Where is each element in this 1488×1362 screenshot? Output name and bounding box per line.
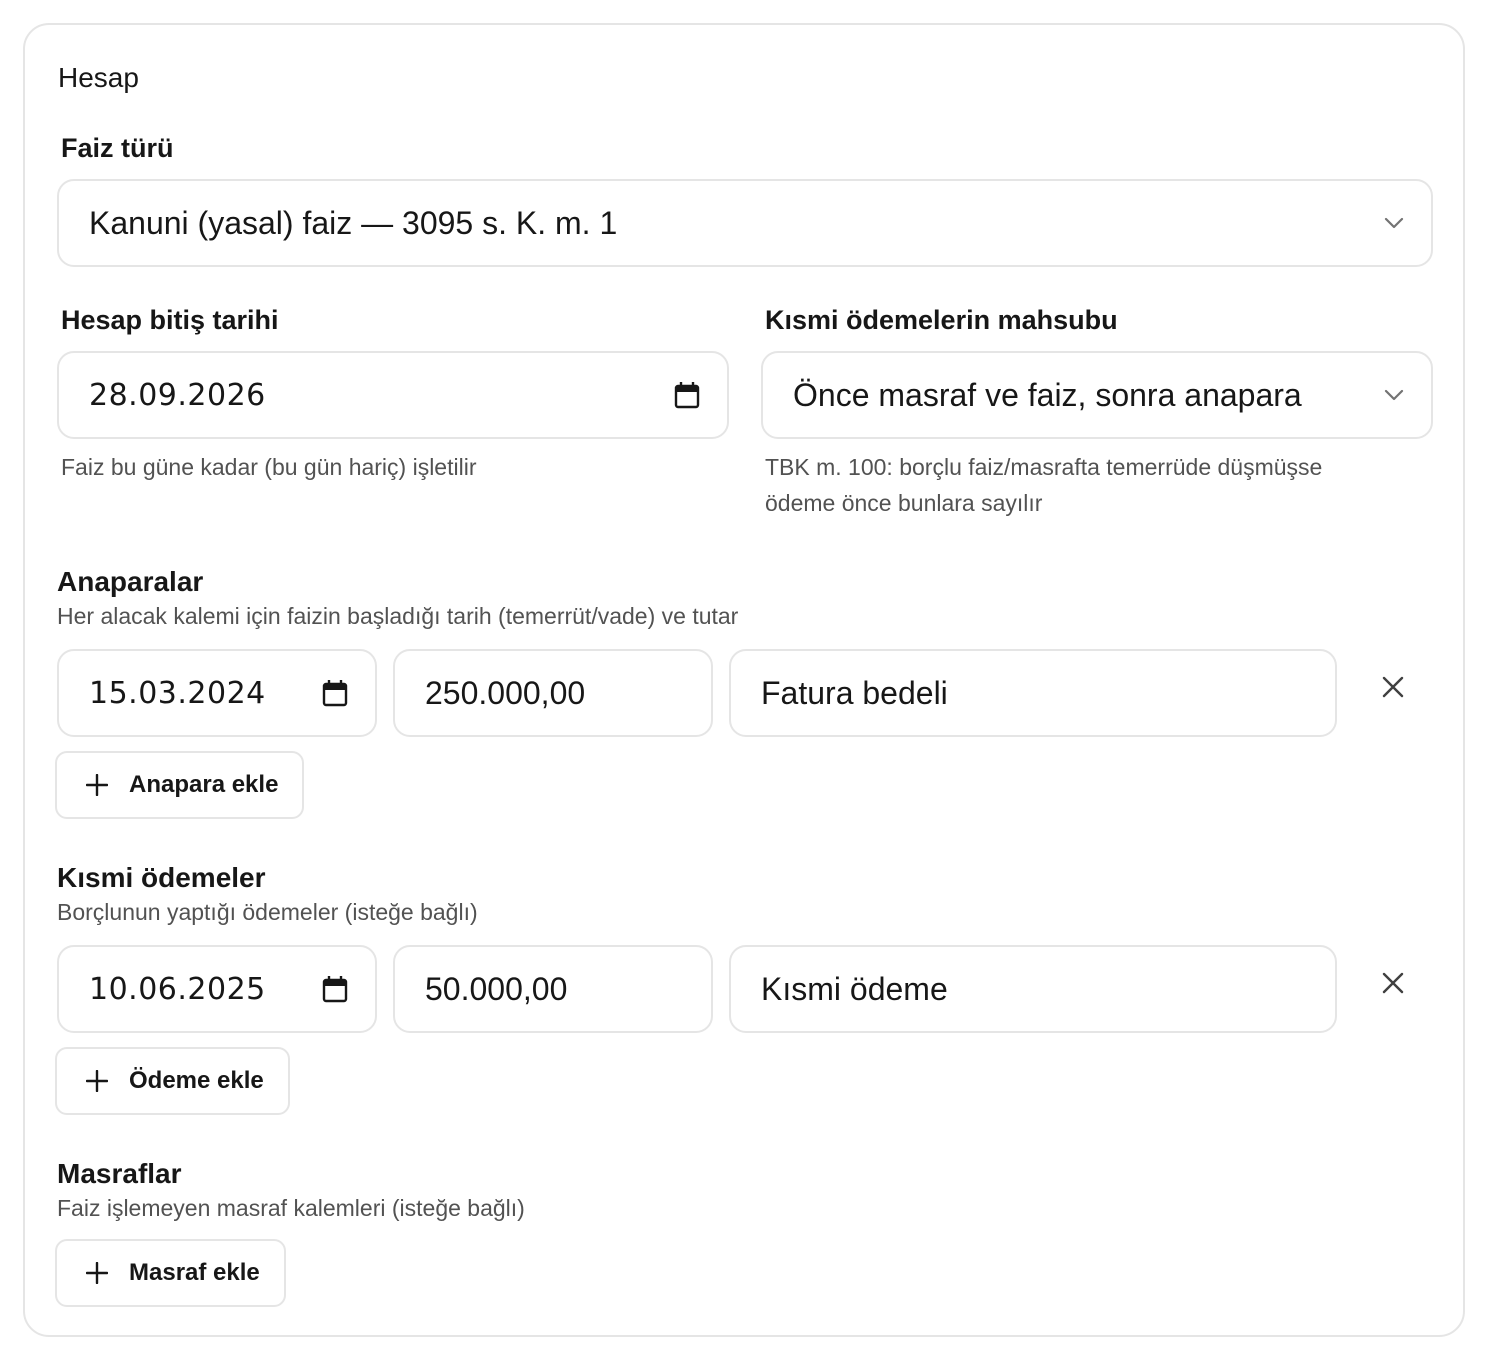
offset-select[interactable]: Önce masraf ve faiz, sonra anapara bbox=[761, 351, 1433, 439]
principals-description: Her alacak kalemi için faizin başladığı … bbox=[57, 603, 739, 629]
chevron-down-icon bbox=[1383, 212, 1405, 234]
offset-hint-line-2: ödeme önce bunlara sayılır bbox=[765, 490, 1043, 516]
offset-label: Kısmi ödemelerin mahsubu bbox=[765, 305, 1118, 335]
principal-note-input[interactable]: Fatura bedeli bbox=[729, 649, 1337, 737]
plus-icon bbox=[85, 1069, 109, 1093]
expenses-description: Faiz işlemeyen masraf kalemleri (isteğe … bbox=[57, 1195, 525, 1221]
end-date-label: Hesap bitiş tarihi bbox=[61, 305, 279, 335]
add-principal-button[interactable]: Anapara ekle bbox=[55, 751, 305, 819]
end-date-input[interactable]: 28.09.2026 bbox=[57, 351, 729, 439]
principal-date-input[interactable]: 15.03.2024 bbox=[57, 649, 377, 737]
principals-title: Anaparalar bbox=[57, 566, 204, 597]
add-payment-label: Ödeme ekle bbox=[129, 1067, 264, 1094]
close-icon bbox=[1382, 972, 1404, 999]
payment-note-value: Kısmi ödeme bbox=[761, 970, 948, 1007]
principal-date-value: 15.03.2024 bbox=[89, 675, 266, 711]
add-expense-button[interactable]: Masraf ekle bbox=[55, 1239, 286, 1307]
payment-date-value: 10.06.2025 bbox=[89, 971, 266, 1007]
end-date-hint: Faiz bu güne kadar (bu gün hariç) işleti… bbox=[61, 454, 477, 480]
payments-description: Borçlunun yaptığı ödemeler (isteğe bağlı… bbox=[57, 899, 478, 925]
payments-title: Kısmi ödemeler bbox=[57, 862, 266, 893]
calendar-icon[interactable] bbox=[673, 381, 701, 409]
interest-type-value: Kanuni (yasal) faiz — 3095 s. K. m. 1 bbox=[89, 204, 618, 241]
principal-amount-value: 250.000,00 bbox=[425, 674, 586, 711]
calendar-icon[interactable] bbox=[321, 975, 349, 1003]
plus-icon bbox=[85, 773, 109, 797]
payment-date-input[interactable]: 10.06.2025 bbox=[57, 945, 377, 1033]
interest-type-select[interactable]: Kanuni (yasal) faiz — 3095 s. K. m. 1 bbox=[57, 179, 1433, 267]
card-title: Hesap bbox=[58, 62, 139, 93]
remove-payment-button[interactable] bbox=[1371, 963, 1415, 1007]
payment-amount-input[interactable]: 50.000,00 bbox=[393, 945, 713, 1033]
offset-hint-line-1: TBK m. 100: borçlu faiz/masrafta temerrü… bbox=[765, 454, 1323, 480]
end-date-value: 28.09.2026 bbox=[89, 377, 266, 413]
add-payment-button[interactable]: Ödeme ekle bbox=[55, 1047, 290, 1115]
plus-icon bbox=[85, 1261, 109, 1285]
close-icon bbox=[1382, 676, 1404, 703]
add-principal-label: Anapara ekle bbox=[129, 771, 279, 798]
payment-amount-value: 50.000,00 bbox=[425, 970, 568, 1007]
add-expense-label: Masraf ekle bbox=[129, 1259, 260, 1286]
calendar-icon[interactable] bbox=[321, 679, 349, 707]
payment-note-input[interactable]: Kısmi ödeme bbox=[729, 945, 1337, 1033]
chevron-down-icon bbox=[1383, 384, 1405, 406]
expenses-title: Masraflar bbox=[57, 1158, 182, 1189]
remove-principal-button[interactable] bbox=[1371, 667, 1415, 711]
principal-amount-input[interactable]: 250.000,00 bbox=[393, 649, 713, 737]
calculation-card: Hesap Faiz türü Kanuni (yasal) faiz — 30… bbox=[23, 23, 1465, 1337]
principal-note-value: Fatura bedeli bbox=[761, 674, 948, 711]
interest-type-label: Faiz türü bbox=[61, 133, 174, 163]
offset-value: Önce masraf ve faiz, sonra anapara bbox=[793, 376, 1302, 413]
